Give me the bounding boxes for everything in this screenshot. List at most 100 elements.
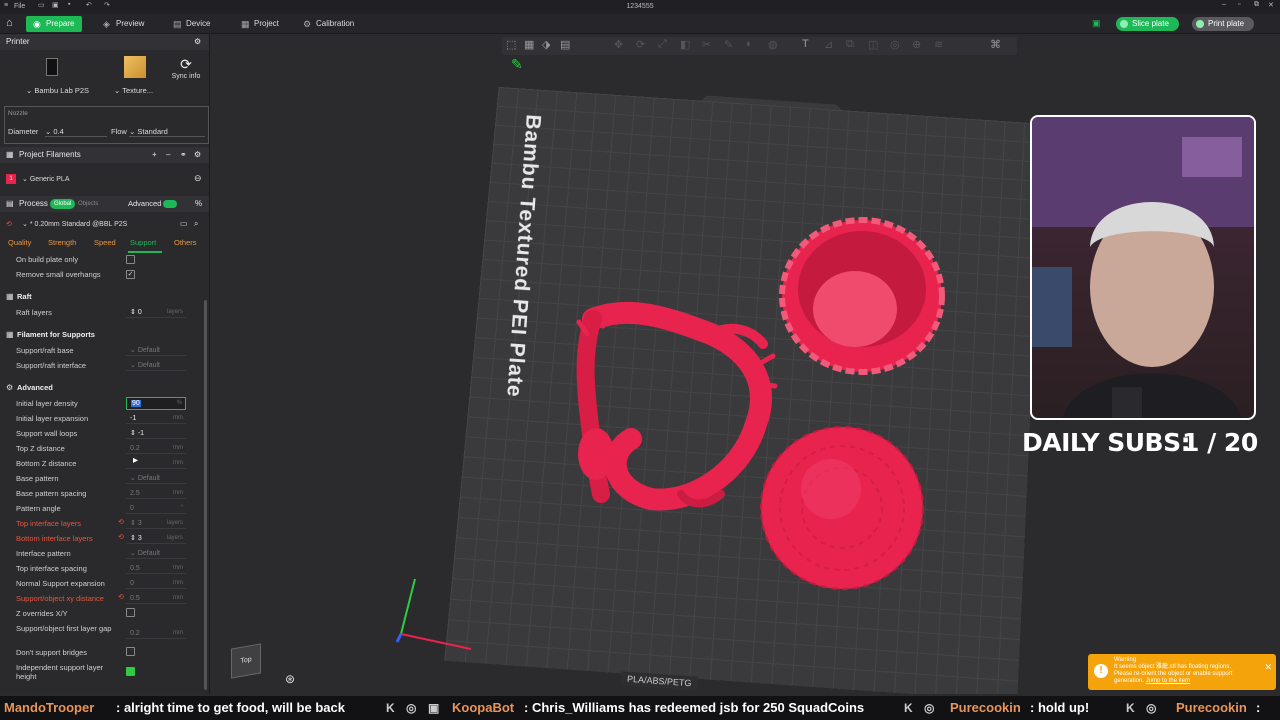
independent-height-checkbox[interactable]: [126, 667, 135, 676]
tab-support[interactable]: Support: [130, 238, 156, 247]
reset-icon[interactable]: ⟲: [118, 593, 124, 601]
raft-group-icon: ▦: [6, 292, 14, 301]
maximize-icon[interactable]: ▫: [1238, 1, 1240, 8]
tab-preview[interactable]: ◈ Preview: [96, 16, 152, 32]
filament-color-swatch[interactable]: 1: [6, 174, 16, 184]
filament-name: Generic PLA: [29, 176, 70, 183]
print-plate-button[interactable]: Print plate: [1192, 17, 1255, 31]
filament-supports-group-title: Filament for Supports: [17, 330, 95, 339]
base-pattern-spacing-input[interactable]: 2.5 mm: [126, 488, 186, 499]
reset-icon[interactable]: ⟲: [6, 220, 12, 228]
minimize-icon[interactable]: –: [1222, 1, 1226, 8]
save-preset-icon[interactable]: ▭: [180, 219, 188, 228]
settings-icon[interactable]: ⚙: [194, 34, 201, 50]
tab-calibration[interactable]: ⚙ Calibration: [296, 16, 362, 32]
tab-label: Project: [254, 19, 279, 28]
search-icon[interactable]: ⌕: [194, 219, 198, 229]
slice-label: Slice plate: [1132, 19, 1169, 28]
reset-icon[interactable]: ⟲: [118, 533, 124, 541]
top-z-distance-label: Top Z distance: [16, 444, 65, 453]
preset-name: * 0.20mm Standard @BBL P2S: [29, 221, 128, 228]
tab-strength[interactable]: Strength: [48, 238, 76, 247]
compare-icon[interactable]: %: [195, 196, 202, 212]
cup-model[interactable]: [779, 217, 945, 375]
objects-toggle[interactable]: Objects: [78, 196, 98, 212]
tab-prepare[interactable]: ◉ Prepare: [26, 16, 83, 32]
close-icon[interactable]: ✕: [1268, 1, 1274, 9]
support-wall-loops-input[interactable]: ⇕ -1: [126, 428, 186, 439]
bottom-interface-layers-input[interactable]: ⇕ 3 layers: [126, 533, 186, 544]
default-value: Default: [137, 550, 160, 557]
z-overrides-checkbox[interactable]: [126, 608, 135, 617]
process-preset-row[interactable]: ⟲ ⌄ * 0.20mm Standard @BBL P2S ▭ ⌕: [0, 218, 209, 232]
slice-plate-button[interactable]: Slice plate: [1116, 17, 1179, 31]
filament-settings-icon[interactable]: ⚙: [194, 147, 201, 163]
warning-toast[interactable]: ! Warning It seems object 雅龍.stl has flo…: [1088, 654, 1276, 690]
normal-support-expansion-input[interactable]: 0 mm: [126, 578, 186, 589]
sidebar-scrollbar[interactable]: [204, 300, 207, 690]
advanced-toggle[interactable]: [163, 200, 177, 208]
daily-subs-value: 1 / 20: [1182, 428, 1258, 457]
printer-selector[interactable]: ⌄ Bambu Lab P2S: [26, 52, 96, 98]
interface-pattern-select[interactable]: ⌄ Default: [126, 548, 186, 559]
tab-label: Preview: [116, 19, 145, 28]
on-build-plate-only-label: On build plate only: [16, 255, 79, 264]
global-toggle[interactable]: Global: [50, 199, 76, 209]
top-interface-layers-input[interactable]: ⇕ 3 layers: [126, 518, 186, 529]
add-filament-icon[interactable]: +: [152, 147, 157, 163]
remove-filament-icon[interactable]: –: [166, 147, 170, 163]
tab-speed[interactable]: Speed: [94, 238, 116, 247]
raft-layers-input[interactable]: ⇕ 0 layers: [126, 307, 186, 318]
default-value: Default: [137, 362, 160, 369]
dont-support-bridges-checkbox[interactable]: [126, 647, 135, 656]
tab-others[interactable]: Others: [174, 238, 197, 247]
filament-remove-icon[interactable]: ⊖: [194, 173, 202, 184]
printer-section-title: Printer: [6, 37, 30, 46]
toast-line: Please re-orient the object or enable su…: [1114, 671, 1233, 677]
pattern-angle-input[interactable]: 0 °: [126, 503, 186, 514]
base-pattern-select[interactable]: ⌄ Default: [126, 473, 186, 484]
support-object-xy-value: 0.5: [130, 595, 140, 602]
prepare-icon: ◉: [33, 19, 41, 29]
sync-icon: ⟳: [180, 56, 192, 72]
tab-label: Calibration: [316, 19, 355, 28]
bottom-interface-layers-value: 3: [137, 535, 142, 542]
tab-quality[interactable]: Quality: [8, 238, 31, 247]
home-icon[interactable]: ⌂: [6, 17, 13, 29]
base-pattern-spacing-value: 2.5: [130, 490, 140, 497]
sync-info-button[interactable]: ⟳ Sync info: [166, 56, 206, 96]
layout-icon[interactable]: ▣: [1092, 18, 1101, 29]
view-cube[interactable]: Top: [231, 643, 261, 679]
restore-icon[interactable]: ⧉: [1254, 1, 1259, 9]
filament-sync-icon[interactable]: ⚭: [180, 147, 187, 163]
support-raft-base-select[interactable]: ⌄ Default: [126, 345, 186, 356]
webcam-overlay: [1030, 115, 1256, 420]
kick-icon: K: [386, 701, 395, 715]
ball-model[interactable]: [760, 426, 924, 590]
independent-height-label: Independent support layer height: [16, 663, 104, 681]
tab-project[interactable]: ▦ Project: [234, 16, 287, 32]
bottom-z-distance-label: Bottom Z distance: [16, 459, 77, 468]
diameter-select[interactable]: ⌄ 0.4: [45, 127, 107, 137]
on-build-plate-only-checkbox[interactable]: [126, 255, 135, 264]
dragon-model[interactable]: [576, 301, 778, 511]
initial-layer-density-input[interactable]: 90%: [126, 397, 186, 410]
chat-message: : alright time to get food, will be back: [116, 700, 345, 715]
tab-device[interactable]: ▤ Device: [166, 16, 218, 32]
remove-small-overhangs-checkbox[interactable]: ✓: [126, 270, 135, 279]
filament-row[interactable]: 1 ⌄ Generic PLA ⊖: [0, 172, 209, 186]
reset-icon[interactable]: ⟲: [118, 518, 124, 526]
support-raft-base-label: Support/raft base: [16, 346, 74, 355]
toast-close-icon[interactable]: ✕: [1264, 663, 1272, 672]
support-object-xy-input[interactable]: 0.5 mm: [126, 593, 186, 604]
top-interface-spacing-input[interactable]: 0.5 mm: [126, 563, 186, 574]
jump-to-item-link[interactable]: Jump to the item: [1146, 678, 1190, 684]
top-z-distance-input[interactable]: 0.2 mm: [126, 443, 186, 454]
flow-select[interactable]: ⌄ Standard: [129, 127, 205, 137]
initial-layer-expansion-input[interactable]: -1 mm: [126, 413, 186, 424]
plate-type-selector[interactable]: ⌄ Texture...: [114, 52, 162, 98]
support-raft-interface-select[interactable]: ⌄ Default: [126, 360, 186, 371]
zoom-fit-icon[interactable]: ⊛: [285, 672, 295, 686]
first-layer-gap-input[interactable]: 0.2 mm: [126, 628, 186, 639]
process-icon: ▤: [6, 199, 14, 208]
